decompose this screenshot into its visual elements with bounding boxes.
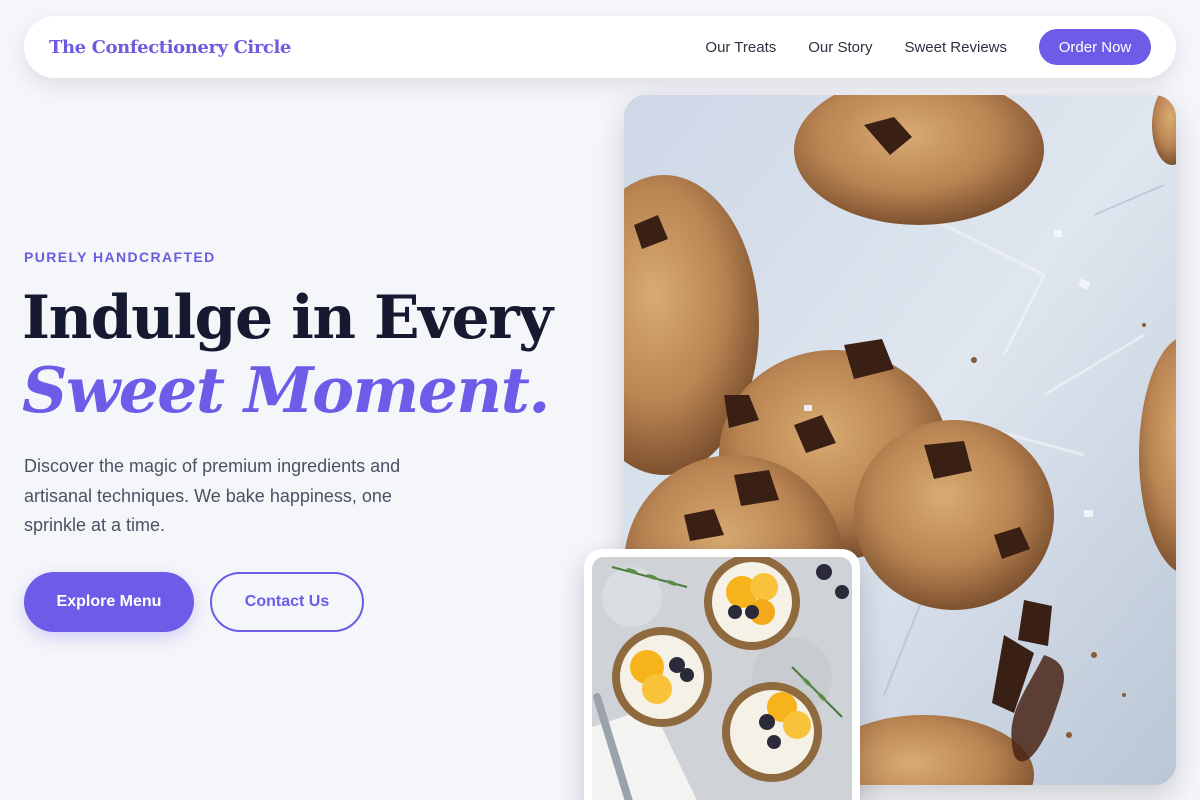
headline-line-1: Indulge in Every xyxy=(22,283,553,353)
nav-link-our-treats[interactable]: Our Treats xyxy=(705,39,776,56)
headline-line-2: Sweet Moment. xyxy=(22,353,550,427)
nav-link-our-story[interactable]: Our Story xyxy=(808,39,872,56)
order-now-button[interactable]: Order Now xyxy=(1039,29,1151,65)
tarts-illustration xyxy=(592,557,852,800)
tarts-photo-card xyxy=(584,549,860,800)
top-navbar: The Confectionery Circle Our Treats Our … xyxy=(24,16,1176,78)
hero-eyebrow: PURELY HANDCRAFTED xyxy=(24,249,216,265)
explore-menu-button[interactable]: Explore Menu xyxy=(24,572,194,632)
nav-links: Our Treats Our Story Sweet Reviews Order… xyxy=(705,29,1151,65)
nav-link-sweet-reviews[interactable]: Sweet Reviews xyxy=(904,39,1007,56)
brand-logo[interactable]: The Confectionery Circle xyxy=(49,37,291,58)
tarts-photo xyxy=(592,557,852,800)
hero-headline: Indulge in Every Sweet Moment. xyxy=(22,282,553,427)
contact-us-button[interactable]: Contact Us xyxy=(210,572,364,632)
hero-description: Discover the magic of premium ingredient… xyxy=(24,456,401,535)
